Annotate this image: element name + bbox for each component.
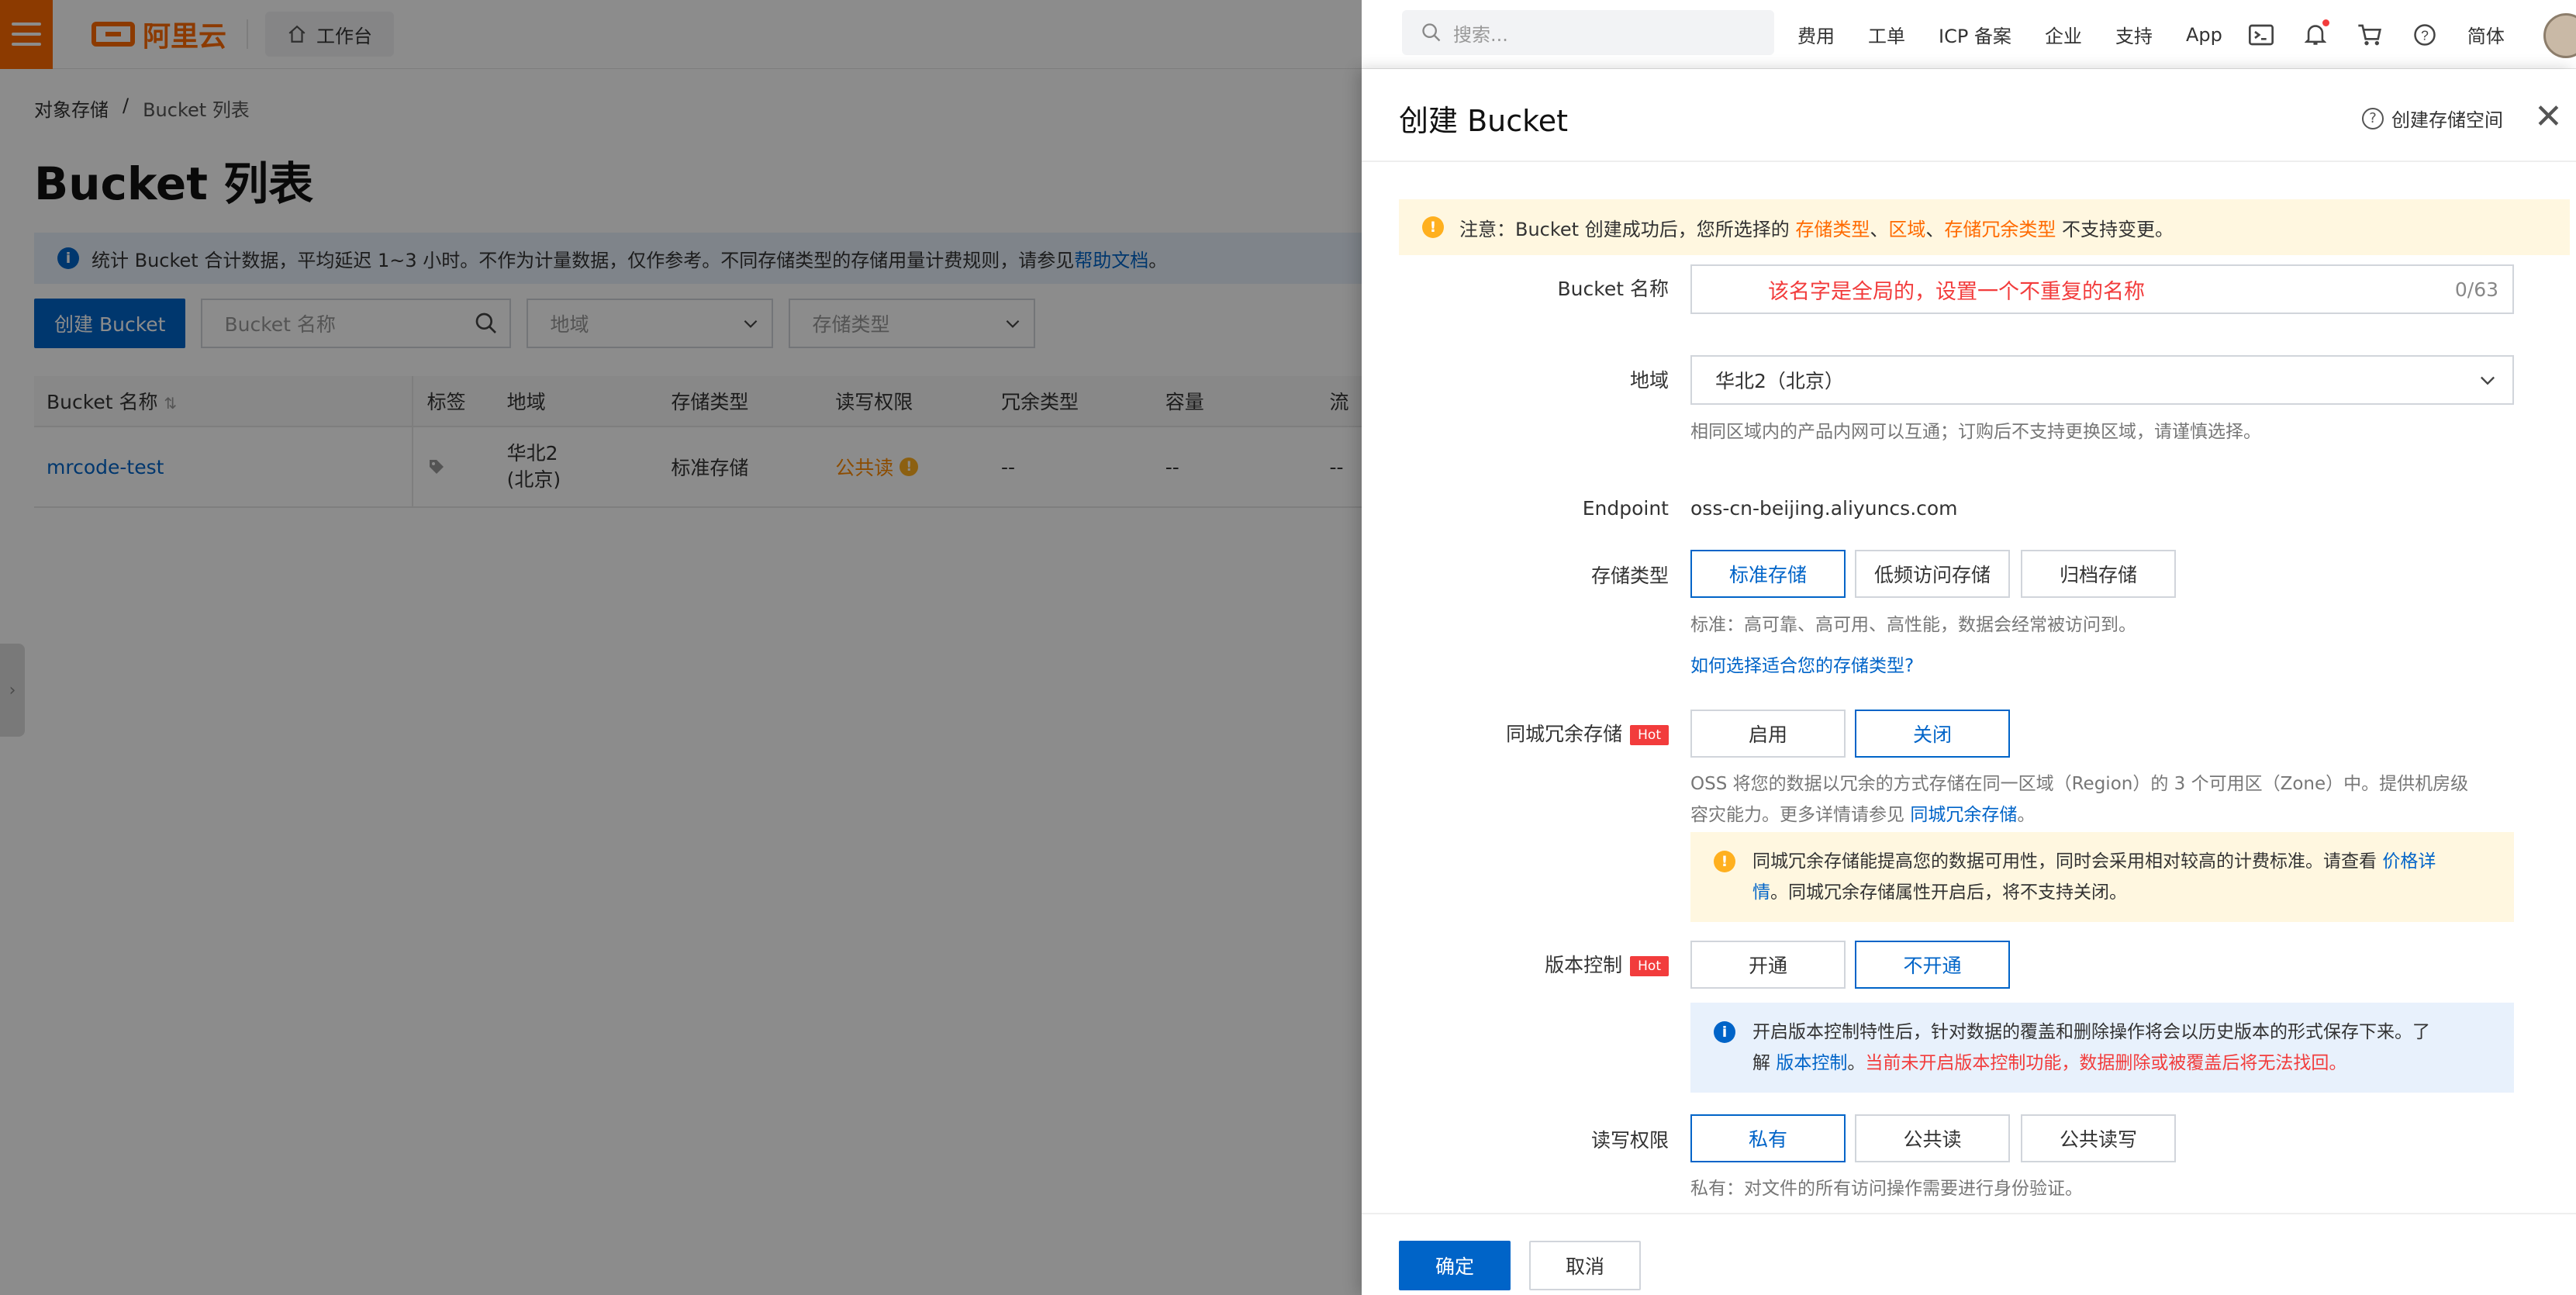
storage-type-label: 存储类型 <box>1590 565 1669 587</box>
language-switch[interactable]: 简体 <box>2467 21 2505 48</box>
storage-choice-link[interactable]: 如何选择适合您的存储类型? <box>1690 651 1914 682</box>
search-placeholder: 搜索... <box>1453 23 1508 46</box>
nav-link-tickets[interactable]: 工单 <box>1868 21 1905 48</box>
zrs-doc-link[interactable]: 同城冗余存储 <box>1910 805 2017 825</box>
price-link[interactable]: 价格详 <box>2382 851 2436 872</box>
zrs-option-disable[interactable]: 关闭 <box>1855 710 2010 758</box>
endpoint-label: Endpoint <box>1582 497 1669 520</box>
top-nav-links: 费用 工单 ICP 备案 企业 支持 App ? 简体 <box>1797 0 2538 69</box>
region-value: 华北2（北京） <box>1715 370 1844 392</box>
acl-option-public-read-write[interactable]: 公共读写 <box>2021 1114 2176 1162</box>
warning-icon: ! <box>1714 851 1735 872</box>
zrs-option-enable[interactable]: 启用 <box>1690 710 1846 758</box>
zrs-warning-box: ! 同城冗余存储能提高您的数据可用性，同时会采用相对较高的计费标准。请查看 价格… <box>1690 832 2514 922</box>
hot-badge: Hot <box>1630 956 1669 976</box>
region-label: 地域 <box>1629 369 1669 392</box>
region-help: 相同区域内的产品内网可以互通；订购后不支持更换区域，请谨慎选择。 <box>1690 422 2261 442</box>
bucket-name-hint: 该名字是全局的，设置一个不重复的名称 <box>1768 279 2145 304</box>
nav-link-enterprise[interactable]: 企业 <box>2045 21 2082 48</box>
storage-help: 标准：高可靠、高可用、高性能，数据会经常被访问到。 <box>1690 615 2136 635</box>
info-icon: i <box>1714 1021 1735 1043</box>
char-counter: 0/63 <box>2454 278 2498 301</box>
hot-badge: Hot <box>1630 725 1669 745</box>
notification-dot <box>2322 19 2329 26</box>
modal-overlay[interactable] <box>0 0 1362 1295</box>
versioning-doc-link[interactable]: 版本控制 <box>1776 1053 1847 1073</box>
terminal-icon[interactable] <box>2248 23 2274 47</box>
warning-icon: ! <box>1422 216 1444 238</box>
region-select[interactable]: 华北2（北京） <box>1690 355 2514 405</box>
storage-option-standard[interactable]: 标准存储 <box>1690 550 1846 598</box>
nav-link-support[interactable]: 支持 <box>2115 21 2153 48</box>
cart-icon[interactable] <box>2357 23 2382 47</box>
close-icon[interactable]: ✕ <box>2534 97 2563 136</box>
storage-option-archive[interactable]: 归档存储 <box>2021 550 2176 598</box>
bell-icon[interactable] <box>2304 19 2329 47</box>
help-icon[interactable]: ? <box>2413 23 2436 47</box>
create-bucket-drawer: 创建 Bucket ? 创建存储空间 ✕ ! 注意：Bucket 创建成功后，您… <box>1362 69 2576 1295</box>
help-link-label: 创建存储空间 <box>2391 109 2503 131</box>
avatar[interactable] <box>2543 13 2576 58</box>
acl-help: 私有：对文件的所有访问操作需要进行身份验证。 <box>1690 1179 2083 1199</box>
notice-redundancy-link[interactable]: 存储冗余类型 <box>1944 219 2056 240</box>
endpoint-value: oss-cn-beijing.aliyuncs.com <box>1690 497 1958 520</box>
nav-link-app[interactable]: App <box>2186 24 2222 46</box>
svg-text:?: ? <box>2421 27 2429 43</box>
cancel-button[interactable]: 取消 <box>1529 1241 1641 1290</box>
confirm-button[interactable]: 确定 <box>1399 1241 1511 1290</box>
nav-link-billing[interactable]: 费用 <box>1797 21 1835 48</box>
drawer-title: 创建 Bucket <box>1399 104 1569 138</box>
question-icon: ? <box>2362 107 2384 130</box>
versioning-label: 版本控制 Hot <box>1390 950 1669 978</box>
acl-label: 读写权限 <box>1590 1129 1669 1152</box>
drawer-header: 创建 Bucket ? 创建存储空间 ✕ <box>1362 69 2576 162</box>
versioning-option-disable[interactable]: 不开通 <box>1855 941 2010 989</box>
storage-option-ia[interactable]: 低频访问存储 <box>1855 550 2010 598</box>
notice-region-link[interactable]: 区域 <box>1888 219 1925 240</box>
chevron-down-icon <box>2481 376 2495 385</box>
zrs-help: OSS 将您的数据以冗余的方式存储在同一区域（Region）的 3 个可用区（Z… <box>1690 774 2469 825</box>
price-link-cont[interactable]: 情 <box>1752 882 1770 903</box>
notice-storage-link[interactable]: 存储类型 <box>1795 219 1870 240</box>
bucket-name-label: Bucket 名称 <box>1557 278 1669 300</box>
immutable-notice: ! 注意：Bucket 创建成功后，您所选择的 存储类型、区域、存储冗余类型 不… <box>1399 199 2570 255</box>
versioning-option-enable[interactable]: 开通 <box>1690 941 1846 989</box>
zrs-label: 同城冗余存储 Hot <box>1390 719 1669 747</box>
versioning-info-box: i 开启版本控制特性后，针对数据的覆盖和删除操作将会以历史版本的形式保存下来。了… <box>1690 1003 2514 1093</box>
nav-link-icp[interactable]: ICP 备案 <box>1939 21 2011 48</box>
versioning-warning: 当前未开启版本控制功能，数据删除或被覆盖后将无法找回。 <box>1865 1053 2347 1073</box>
search-icon <box>1422 23 1441 42</box>
acl-option-private[interactable]: 私有 <box>1690 1114 1846 1162</box>
create-storage-help-link[interactable]: ? 创建存储空间 <box>2362 105 2503 132</box>
notice-text: 注意：Bucket 创建成功后，您所选择的 存储类型、区域、存储冗余类型 不支持… <box>1459 218 2174 240</box>
global-search-input[interactable]: 搜索... <box>1402 10 1774 55</box>
acl-option-public-read[interactable]: 公共读 <box>1855 1114 2010 1162</box>
bucket-name-input[interactable]: 该名字是全局的，设置一个不重复的名称 0/63 <box>1690 264 2514 314</box>
drawer-footer: 确定 取消 <box>1362 1213 2576 1295</box>
